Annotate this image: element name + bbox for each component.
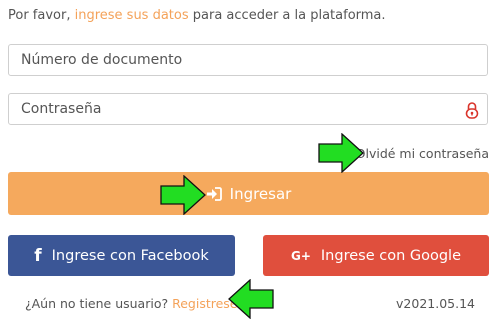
google-login-button[interactable]: G+ Ingrese con Google	[263, 235, 489, 276]
intro-suffix: para acceder a la plataforma.	[188, 8, 386, 23]
facebook-label: Ingrese con Facebook	[51, 247, 209, 264]
intro-text: Por favor, ingrese sus datos para accede…	[8, 8, 492, 23]
annotation-arrow-icon	[318, 133, 364, 173]
login-label: Ingresar	[229, 184, 292, 203]
annotation-arrow-icon	[160, 175, 206, 215]
annotation-arrow-icon	[228, 279, 274, 319]
facebook-icon: f	[34, 245, 42, 266]
google-plus-icon: G+	[291, 248, 311, 263]
version-label: v2021.05.14	[396, 296, 475, 311]
intro-prefix: Por favor,	[8, 8, 75, 23]
password-input[interactable]	[9, 94, 487, 124]
lock-icon	[465, 101, 479, 119]
login-button[interactable]: Ingresar	[8, 172, 489, 215]
register-prompt: ¿Aún no tiene usuario? Registrese	[25, 296, 238, 311]
google-label: Ingrese con Google	[320, 247, 461, 264]
intro-link[interactable]: ingrese sus datos	[75, 8, 189, 23]
document-field[interactable]	[8, 44, 488, 76]
facebook-login-button[interactable]: f Ingrese con Facebook	[8, 235, 235, 276]
register-question: ¿Aún no tiene usuario?	[25, 296, 173, 311]
password-field[interactable]	[8, 93, 488, 125]
document-input[interactable]	[9, 45, 487, 75]
sign-in-icon	[206, 186, 222, 201]
forgot-password-link[interactable]: Olvidé mi contraseña	[356, 146, 489, 161]
